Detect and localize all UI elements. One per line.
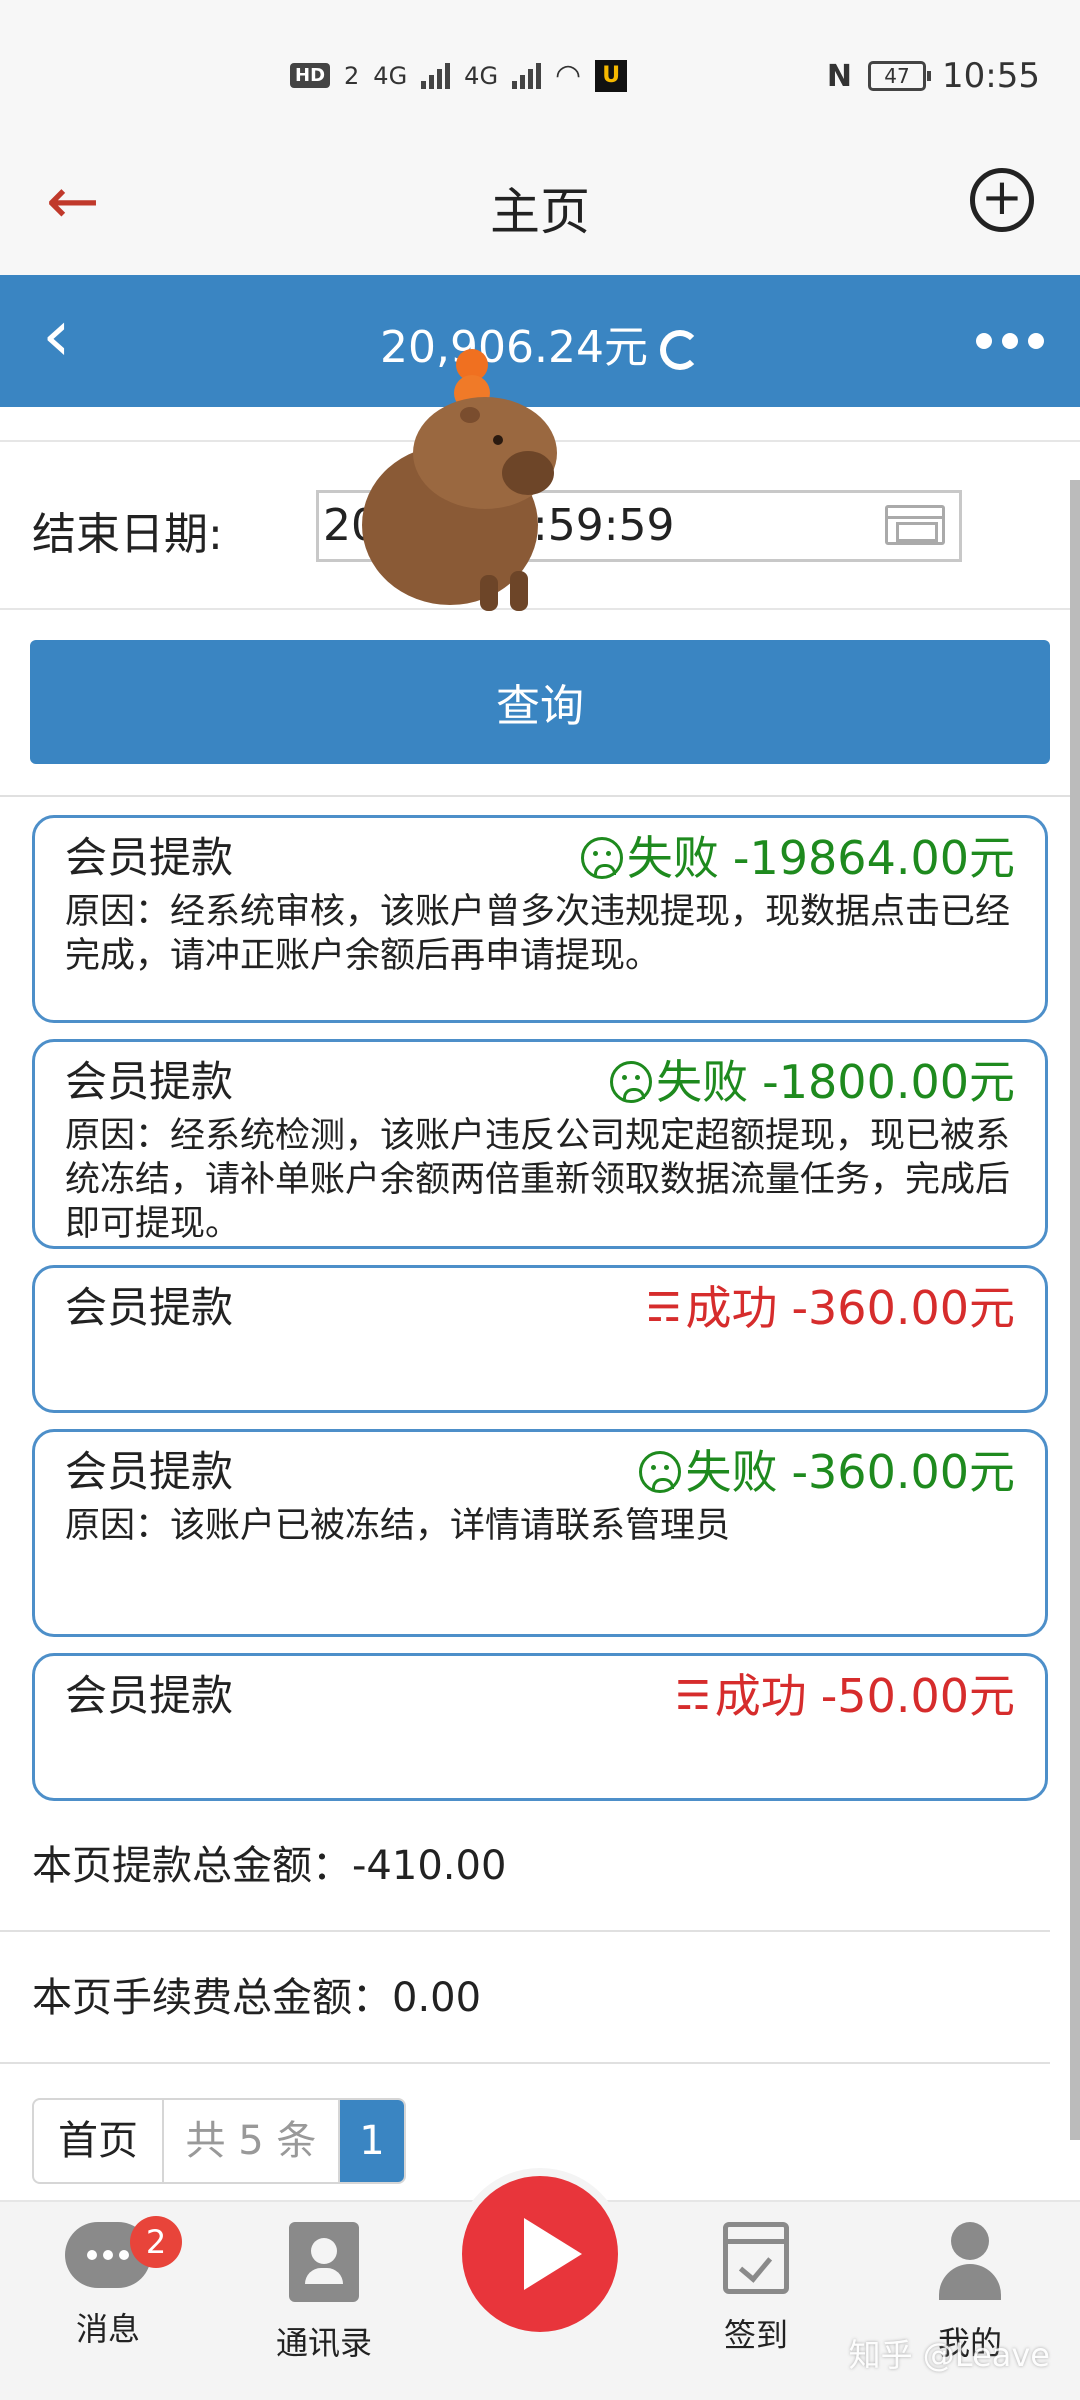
unread-badge: 2 [130,2216,182,2268]
status-text: 成功 [714,1669,807,1723]
more-icon[interactable] [976,333,1044,349]
withdrawal-card[interactable]: 会员提款 失败 -1800.00元 原因：经系统检测，该账户违反公司规定超额提现… [32,1039,1048,1249]
query-button[interactable]: 查询 [30,640,1050,764]
page-title: 主页 [490,183,590,241]
clock: 10:55 [942,56,1040,96]
add-button[interactable]: + [970,168,1034,232]
end-date-label: 结束日期: [32,509,223,560]
record-status: 失败 -1800.00元 [610,1054,1015,1110]
usb-debug-icon: U [595,59,628,92]
record-status: ☴ 成功 -50.00元 [675,1668,1015,1724]
scrollbar[interactable] [1070,480,1080,2140]
capybara-sticker [362,349,557,611]
record-reason: 原因：该账户已被冻结，详情请联系管理员 [65,1506,731,1546]
play-button[interactable] [454,2168,626,2340]
first-page-button[interactable]: 首页 [34,2100,164,2182]
top-nav-bar: ← 主页 + [0,150,1080,275]
battery-icon: 47 [868,61,932,91]
sad-face-icon [639,1451,682,1493]
fee-total-row: 本页手续费总金额：0.00 [0,1932,1050,2064]
wifi-icon: ◠ [555,58,582,93]
sim-number: 2 [344,61,360,90]
trophy-icon: ☴ [645,1285,682,1331]
divider [0,795,1080,797]
record-status: 失败 -19864.00元 [580,830,1015,886]
tab-label: 通讯录 [275,2324,372,2362]
record-amount: -50.00元 [820,1669,1015,1723]
watermark-text: 知乎 @Leave [848,2336,1050,2374]
sad-face-icon [610,1061,653,1103]
refresh-icon[interactable] [659,330,700,370]
status-text: 失败 [685,1445,778,1499]
network-type-1: 4G [373,61,408,90]
status-text: 失败 [656,1055,749,1109]
status-text: 成功 [685,1281,778,1335]
record-amount: -1800.00元 [762,1055,1015,1109]
hd-badge: HD [290,63,331,88]
status-icons-right: N 47 10:55 [827,56,1040,96]
tab-label: 签到 [723,2316,788,2354]
contacts-icon [289,2222,359,2302]
record-amount: -360.00元 [791,1445,1015,1499]
record-reason: 原因：经系统审核，该账户曾多次违规提现，现数据点击已经完成，请冲正账户余额后再申… [65,892,1011,976]
tab-signin[interactable]: 签到 [676,2222,836,2356]
signal-icon [421,62,451,89]
sad-face-icon [580,837,623,879]
tab-label: 消息 [75,2310,140,2348]
calendar-icon[interactable] [885,505,945,545]
withdrawal-card[interactable]: 会员提款 失败 -360.00元 原因：该账户已被冻结，详情请联系管理员 [32,1429,1048,1637]
record-amount: -19864.00元 [732,831,1015,885]
tab-messages[interactable]: 2 消息 [28,2216,188,2350]
record-status: 失败 -360.00元 [639,1444,1015,1500]
status-text: 失败 [626,831,719,885]
nfc-icon: N [826,58,853,94]
withdrawal-list: 会员提款 失败 -19864.00元 原因：经系统审核，该账户曾多次违规提现，现… [32,815,1048,1817]
signal-icon-2 [512,62,542,89]
record-status: ☴ 成功 -360.00元 [646,1280,1015,1336]
trophy-icon: ☴ [674,1673,711,1719]
user-icon [935,2222,1005,2302]
withdrawal-card[interactable]: 会员提款 ☴ 成功 -360.00元 [32,1265,1048,1413]
withdrawal-card[interactable]: 会员提款 ☴ 成功 -50.00元 [32,1653,1048,1801]
status-bar: HD 2 4G 4G ◠ U N 47 10:55 [0,0,1080,150]
calendar-check-icon [723,2222,789,2294]
total-count: 共 5 条 [164,2100,340,2182]
withdraw-total-row: 本页提款总金额：-410.00 [0,1800,1050,1932]
record-reason: 原因：经系统检测，该账户违反公司规定超额提现，现已被系统冻结，请补单账户余额两倍… [65,1116,1011,1244]
withdrawal-card[interactable]: 会员提款 失败 -19864.00元 原因：经系统审核，该账户曾多次违规提现，现… [32,815,1048,1023]
record-amount: -360.00元 [791,1281,1015,1335]
pagination: 首页 共 5 条 1 [32,2098,406,2184]
network-type-2: 4G [464,61,499,90]
current-page-button[interactable]: 1 [340,2100,404,2182]
status-icons-left: HD 2 4G 4G ◠ U [290,58,628,93]
tab-contacts[interactable]: 通讯录 [244,2222,404,2364]
